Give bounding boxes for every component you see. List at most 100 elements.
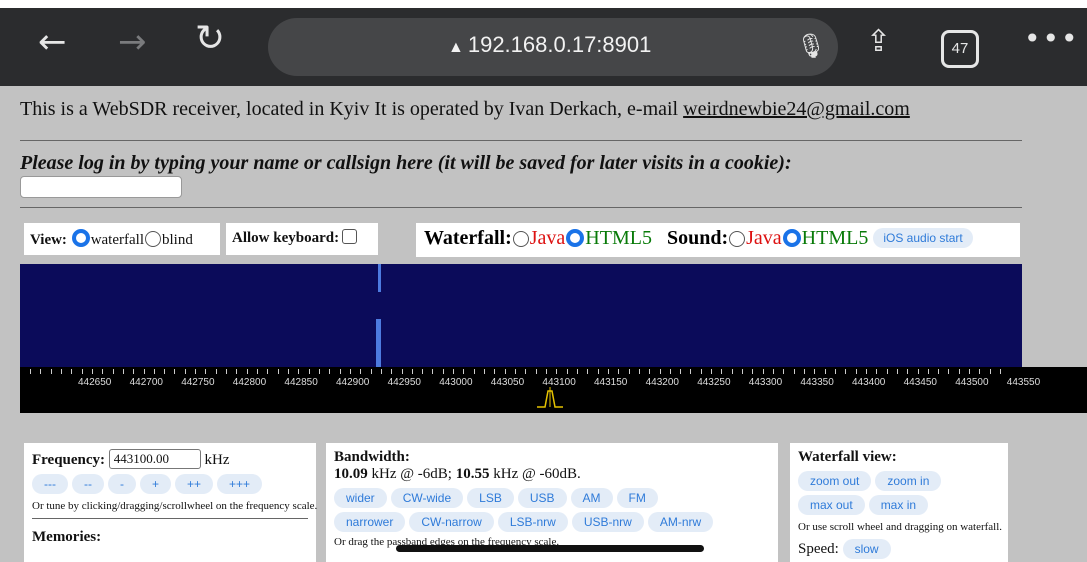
max-out-button[interactable]: max out bbox=[798, 495, 865, 515]
zoom-in-button[interactable]: zoom in bbox=[875, 471, 942, 491]
tune-down-1-button[interactable]: - bbox=[108, 474, 136, 494]
zoom-out-button[interactable]: zoom out bbox=[798, 471, 872, 491]
keyboard-label: Allow keyboard: bbox=[232, 230, 340, 246]
warning-icon: ▲ bbox=[448, 39, 464, 56]
scale-tick bbox=[948, 369, 950, 374]
scale-tick bbox=[473, 369, 475, 374]
scale-tick bbox=[628, 369, 630, 374]
tune-down-2-button[interactable]: -- bbox=[72, 474, 104, 494]
bandwidth-60db-value: 10.55 bbox=[455, 466, 490, 482]
scale-tick bbox=[153, 369, 155, 374]
scale-tick-label: 443250 bbox=[697, 377, 731, 388]
max-in-button[interactable]: max in bbox=[868, 495, 929, 515]
allow-keyboard-checkbox[interactable] bbox=[342, 229, 358, 244]
home-indicator bbox=[396, 545, 704, 552]
fm-button[interactable]: FM bbox=[616, 488, 658, 508]
sound-html5-radio[interactable] bbox=[782, 229, 801, 247]
waterfall-hint: Or use scroll wheel and dragging on wate… bbox=[798, 521, 1003, 533]
scale-tick bbox=[804, 369, 805, 374]
scale-tick-label: 443500 bbox=[955, 377, 989, 388]
scale-tick bbox=[122, 369, 124, 374]
scale-tick bbox=[576, 369, 578, 374]
speed-select[interactable]: slow bbox=[842, 539, 891, 559]
bandwidth-60db-text: kHz @ -60dB. bbox=[489, 466, 581, 482]
scale-tick bbox=[226, 369, 228, 374]
usb-button[interactable]: USB bbox=[517, 488, 567, 508]
scale-tick bbox=[896, 369, 898, 374]
tab-count: 47 bbox=[951, 40, 969, 57]
radio-waterfall[interactable] bbox=[71, 229, 90, 247]
scale-tick bbox=[535, 369, 537, 374]
scale-tick bbox=[515, 369, 517, 374]
frequency-scale[interactable]: 442650 442700 442750 442800 442850 442900 4429… bbox=[20, 367, 1087, 413]
scale-tick bbox=[979, 369, 981, 374]
forward-arrow-icon[interactable]: → bbox=[118, 22, 147, 62]
scale-tick bbox=[927, 369, 929, 374]
address-bar[interactable]: ▲ 192.168.0.17:8901 🎙 bbox=[268, 18, 838, 76]
wider-button[interactable]: wider bbox=[334, 488, 387, 508]
lsb-button[interactable]: LSB bbox=[467, 488, 514, 508]
scale-tick bbox=[267, 369, 269, 374]
scale-tick bbox=[349, 369, 351, 374]
login-prompt: Please log in by typing your name or cal… bbox=[20, 152, 792, 174]
scale-tick-label: 442650 bbox=[78, 377, 112, 388]
bandwidth-6db-value: 10.09 bbox=[334, 466, 368, 482]
scale-tick bbox=[958, 369, 960, 374]
scale-tick bbox=[669, 369, 671, 374]
sound-html5-label: HTML5 bbox=[801, 227, 869, 249]
scale-tick bbox=[91, 369, 93, 374]
scale-tick bbox=[40, 369, 42, 374]
scale-tick bbox=[845, 369, 847, 374]
signal-trace bbox=[376, 319, 381, 367]
microphone-icon[interactable]: 🎙 bbox=[796, 32, 826, 60]
share-icon[interactable]: ⇪ bbox=[866, 24, 891, 59]
scale-tick bbox=[277, 369, 279, 374]
scale-tick bbox=[907, 369, 909, 374]
frequency-panel: Frequency: 443100.00 kHz --- -- - + ++ +++ Or… bbox=[24, 443, 317, 562]
view-label: View: bbox=[30, 232, 67, 248]
reload-icon[interactable]: ↻ bbox=[195, 18, 225, 59]
usb-nrw-button[interactable]: USB-nrw bbox=[571, 512, 644, 532]
scale-tick bbox=[257, 369, 259, 374]
callsign-input[interactable] bbox=[20, 176, 182, 198]
scale-tick bbox=[742, 369, 744, 374]
cw-narrow-button[interactable]: CW-narrow bbox=[409, 512, 494, 532]
scale-tick bbox=[597, 369, 599, 374]
scale-tick bbox=[793, 369, 795, 374]
sound-java-radio[interactable] bbox=[729, 231, 746, 247]
scale-tick bbox=[525, 369, 527, 374]
cw-wide-button[interactable]: CW-wide bbox=[390, 488, 464, 508]
frequency-unit: kHz bbox=[204, 452, 230, 468]
tune-up-1-button[interactable]: + bbox=[140, 474, 172, 494]
waterfall-display[interactable] bbox=[20, 264, 1022, 367]
url-text: 192.168.0.17:8901 bbox=[467, 32, 652, 57]
waterfall-java-radio[interactable] bbox=[512, 231, 529, 247]
speed-label: Speed: bbox=[798, 541, 839, 557]
scale-tick bbox=[143, 369, 145, 374]
tune-up-3-button[interactable]: +++ bbox=[217, 474, 263, 494]
scale-tick bbox=[329, 369, 331, 374]
divider bbox=[20, 140, 1022, 141]
narrower-button[interactable]: narrower bbox=[334, 512, 406, 532]
waterfall-html5-radio[interactable] bbox=[566, 229, 585, 247]
ios-audio-start-button[interactable]: iOS audio start bbox=[873, 228, 973, 248]
back-arrow-icon[interactable]: ← bbox=[38, 22, 67, 62]
am-button[interactable]: AM bbox=[570, 488, 613, 508]
passband-marker[interactable] bbox=[535, 387, 565, 409]
scale-tick bbox=[174, 369, 176, 374]
frequency-input[interactable]: 443100.00 bbox=[108, 449, 201, 469]
view-options: View: waterfall blind bbox=[24, 223, 220, 255]
radio-blind[interactable] bbox=[145, 231, 161, 247]
tune-up-2-button[interactable]: ++ bbox=[175, 474, 214, 494]
tab-count-button[interactable]: 47 bbox=[941, 30, 979, 68]
tune-down-3-button[interactable]: --- bbox=[32, 474, 68, 494]
lsb-nrw-button[interactable]: LSB-nrw bbox=[497, 512, 568, 532]
more-menu-icon[interactable]: ••• bbox=[1024, 22, 1080, 55]
scale-tick-label: 443550 bbox=[1006, 377, 1041, 388]
scale-tick bbox=[566, 369, 568, 374]
scale-tick bbox=[60, 369, 62, 374]
email-link[interactable]: weirdnewbie24@gmail.com bbox=[683, 98, 910, 120]
am-nrw-button[interactable]: AM-nrw bbox=[647, 512, 714, 532]
info-text: This is a WebSDR receiver, located in Ky… bbox=[20, 98, 684, 120]
scale-tick bbox=[411, 369, 413, 374]
